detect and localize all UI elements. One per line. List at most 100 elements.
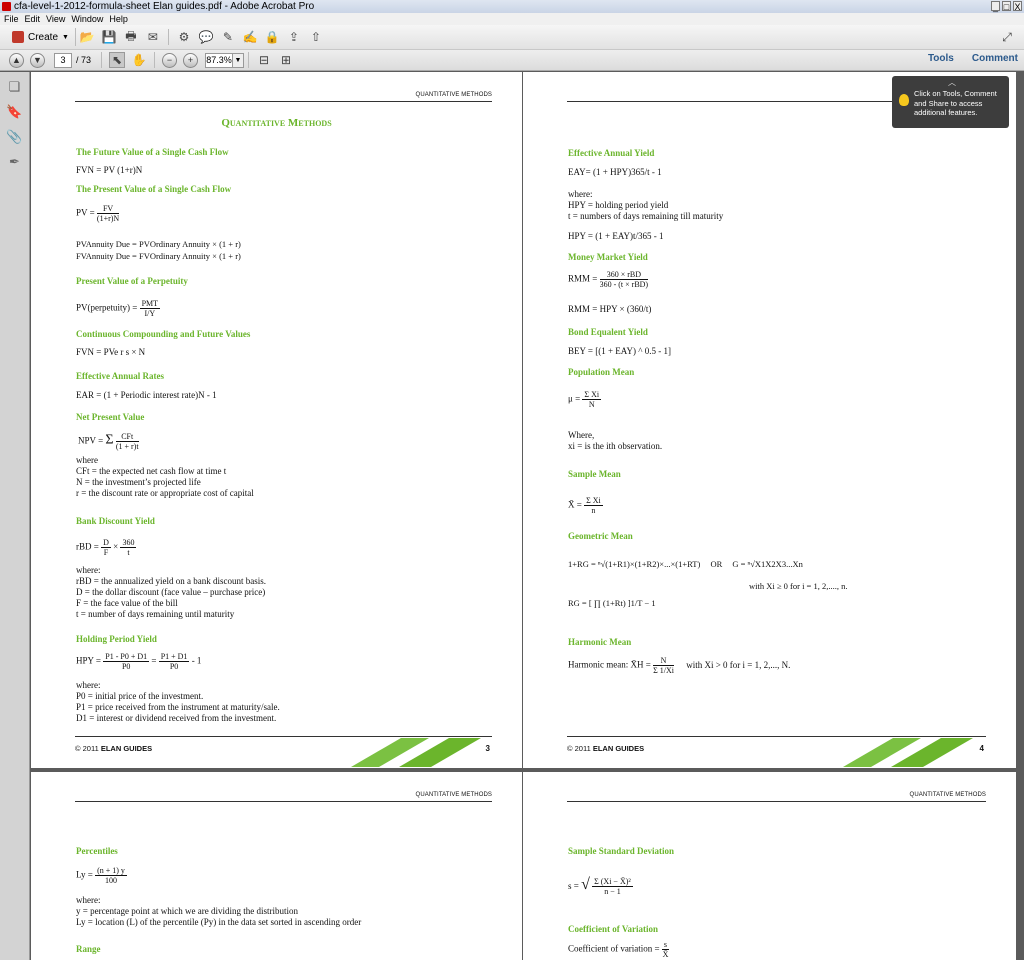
export-icon[interactable]: ⇪ [286, 29, 302, 45]
next-page-icon[interactable]: ▼ [30, 52, 45, 68]
menu-window[interactable]: Window [71, 13, 103, 25]
page-thumbnails-icon[interactable]: ❏ [6, 78, 24, 96]
tooltip-line: additional features. [914, 108, 978, 117]
signatures-icon[interactable]: ✒ [6, 153, 24, 171]
page-header: QUANTITATIVE METHODS [415, 92, 492, 98]
save-icon[interactable]: 💾 [101, 29, 117, 45]
attachments-paperclip-icon[interactable]: 📎 [6, 128, 24, 146]
pdf-page-3: QUANTITATIVE METHODS Quantitative Method… [31, 72, 522, 768]
denominator: 360 - (t × rBD) [599, 280, 649, 289]
footer-brand: ELAN GUIDES [592, 744, 645, 753]
menu-file[interactable]: File [4, 13, 19, 25]
header-rule [75, 101, 492, 102]
numerator: PMT [139, 299, 161, 309]
formula-population-mean: μ = Σ Xi N [568, 390, 602, 409]
fit-page-icon[interactable]: ⊟ [256, 52, 272, 68]
page-total: / 73 [76, 55, 92, 65]
formula-perpetuity: PV(perpetuity) = PMT I/Y [76, 299, 161, 318]
pdf-page-6: QUANTITATIVE METHODS Sample Standard Dev… [523, 772, 1016, 960]
toolbar-divider [154, 52, 156, 68]
close-button[interactable]: X [1013, 1, 1022, 12]
toolbar-divider [248, 52, 250, 68]
section-heading: Net Present Value [76, 412, 145, 422]
denominator: P0 [169, 662, 179, 671]
numerator: 360 [120, 538, 137, 548]
tooltip-line: Click on Tools, Comment [914, 89, 997, 98]
green-stripe-graphic [351, 738, 481, 767]
zoom-dropdown-icon[interactable]: ▼ [233, 52, 245, 68]
where-label: where: [568, 189, 593, 199]
pdf-page-4: QUANTITATIVE METHODS Effective Annual Yi… [523, 72, 1016, 768]
section-heading: Sample Standard Deviation [568, 846, 675, 856]
zoom-out-icon[interactable]: − [162, 52, 178, 68]
denominator: (1+r)N [96, 214, 120, 223]
tools-link[interactable]: Tools [928, 53, 954, 64]
formula-percentile: Ly = (n + 1) y 100 [76, 866, 127, 885]
navigation-pane: ❏ 🔖 📎 ✒ [0, 72, 30, 960]
previous-page-icon[interactable]: ▲ [9, 52, 24, 68]
minimize-button[interactable]: _ [991, 1, 1000, 12]
definition: N = the investment’s projected life [76, 477, 201, 487]
toolbar-divider [167, 29, 169, 45]
numerator: P1 + D1 [158, 652, 190, 662]
section-heading: Harmonic Mean [568, 637, 632, 647]
numerator: 360 × rBD [599, 270, 649, 280]
settings-gear-icon[interactable]: ⚙ [176, 29, 192, 45]
formula-bdy: rBD = DF × 360 t [76, 538, 137, 557]
formula-continuous: FVN = PVe r s × N [76, 347, 146, 357]
fraction: FV (1+r)N [96, 204, 120, 223]
open-folder-icon[interactable]: 📂 [79, 29, 95, 45]
document-view[interactable]: QUANTITATIVE METHODS Quantitative Method… [31, 72, 1024, 960]
fraction: PMT I/Y [139, 299, 161, 318]
bookmarks-icon[interactable]: 🔖 [6, 103, 24, 121]
zoom-in-icon[interactable]: + [183, 52, 199, 68]
menu-help[interactable]: Help [109, 13, 128, 25]
section-heading: Geometric Mean [568, 531, 633, 541]
section-heading: Bond Equalent Yield [568, 327, 648, 337]
page-footer: © 2011 ELAN GUIDES [567, 744, 644, 753]
formula-hpy: HPY = (1 + EAY)t/365 - 1 [568, 231, 664, 241]
comment-bubble-icon[interactable]: 💬 [198, 29, 214, 45]
equals-symbol: = [151, 655, 157, 666]
section-heading: Holding Period Yield [76, 634, 157, 644]
numerator: s [661, 940, 670, 950]
sign-icon[interactable]: ✍ [242, 29, 258, 45]
zoom-level-field[interactable]: 87.3% [205, 52, 234, 68]
fraction: s X̄ [661, 940, 670, 959]
comment-link[interactable]: Comment [972, 53, 1018, 64]
menu-view[interactable]: View [46, 13, 65, 25]
secure-icon[interactable]: 🔒 [264, 29, 280, 45]
share-icon[interactable]: ⇧ [308, 29, 324, 45]
formula-label: X̄ = [568, 499, 582, 510]
fraction: NΣ 1/Xi [653, 656, 674, 675]
denominator: P0 [121, 662, 131, 671]
select-cursor-icon[interactable]: ⬉ [109, 52, 126, 68]
toolbar-divider [101, 52, 103, 68]
numerator: Σ Xi [582, 390, 602, 400]
condition: with Xi > 0 for i = 1, 2,..., N. [686, 659, 791, 670]
expand-icon[interactable]: ⤢ [999, 29, 1015, 45]
numerator: Σ (Xi − X̄)² [592, 877, 633, 888]
formula-pv-annuity: PVAnnuity Due = PVOrdinary Annuity × (1 … [76, 239, 241, 249]
maximize-button[interactable]: □ [1002, 1, 1011, 12]
fraction: DF [101, 538, 111, 557]
main-toolbar: Create ▼ 📂 💾 🖶 ✉ ⚙ 💬 ✎ ✍ 🔒 ⇪ ⇧ ⤢ [0, 25, 1024, 50]
print-icon[interactable]: 🖶 [123, 29, 139, 45]
email-icon[interactable]: ✉ [145, 29, 161, 45]
create-button[interactable]: Create ▼ [6, 28, 76, 46]
window-controls: _ □ X [991, 1, 1022, 12]
tools-tooltip[interactable]: ︿ Click on Tools, Comment and Share to a… [892, 76, 1009, 128]
footer-rule [567, 736, 986, 737]
section-heading: Bank Discount Yield [76, 516, 155, 526]
highlight-icon[interactable]: ✎ [220, 29, 236, 45]
formula-label: PV = [76, 207, 95, 218]
denominator: I/Y [144, 309, 156, 318]
title-bar: cfa-level-1-2012-formula-sheet Elan guid… [0, 0, 1024, 13]
chevron-up-icon[interactable]: ︿ [948, 78, 956, 88]
page-number-input[interactable]: 3 [54, 52, 72, 68]
formula-ssd: s = √ Σ (Xi − X̄)² n − 1 [568, 876, 633, 896]
section-heading: Coefficient of Variation [568, 924, 658, 934]
hand-tool-icon[interactable]: ✋ [131, 52, 147, 68]
menu-edit[interactable]: Edit [25, 13, 41, 25]
fit-width-icon[interactable]: ⊞ [278, 52, 294, 68]
